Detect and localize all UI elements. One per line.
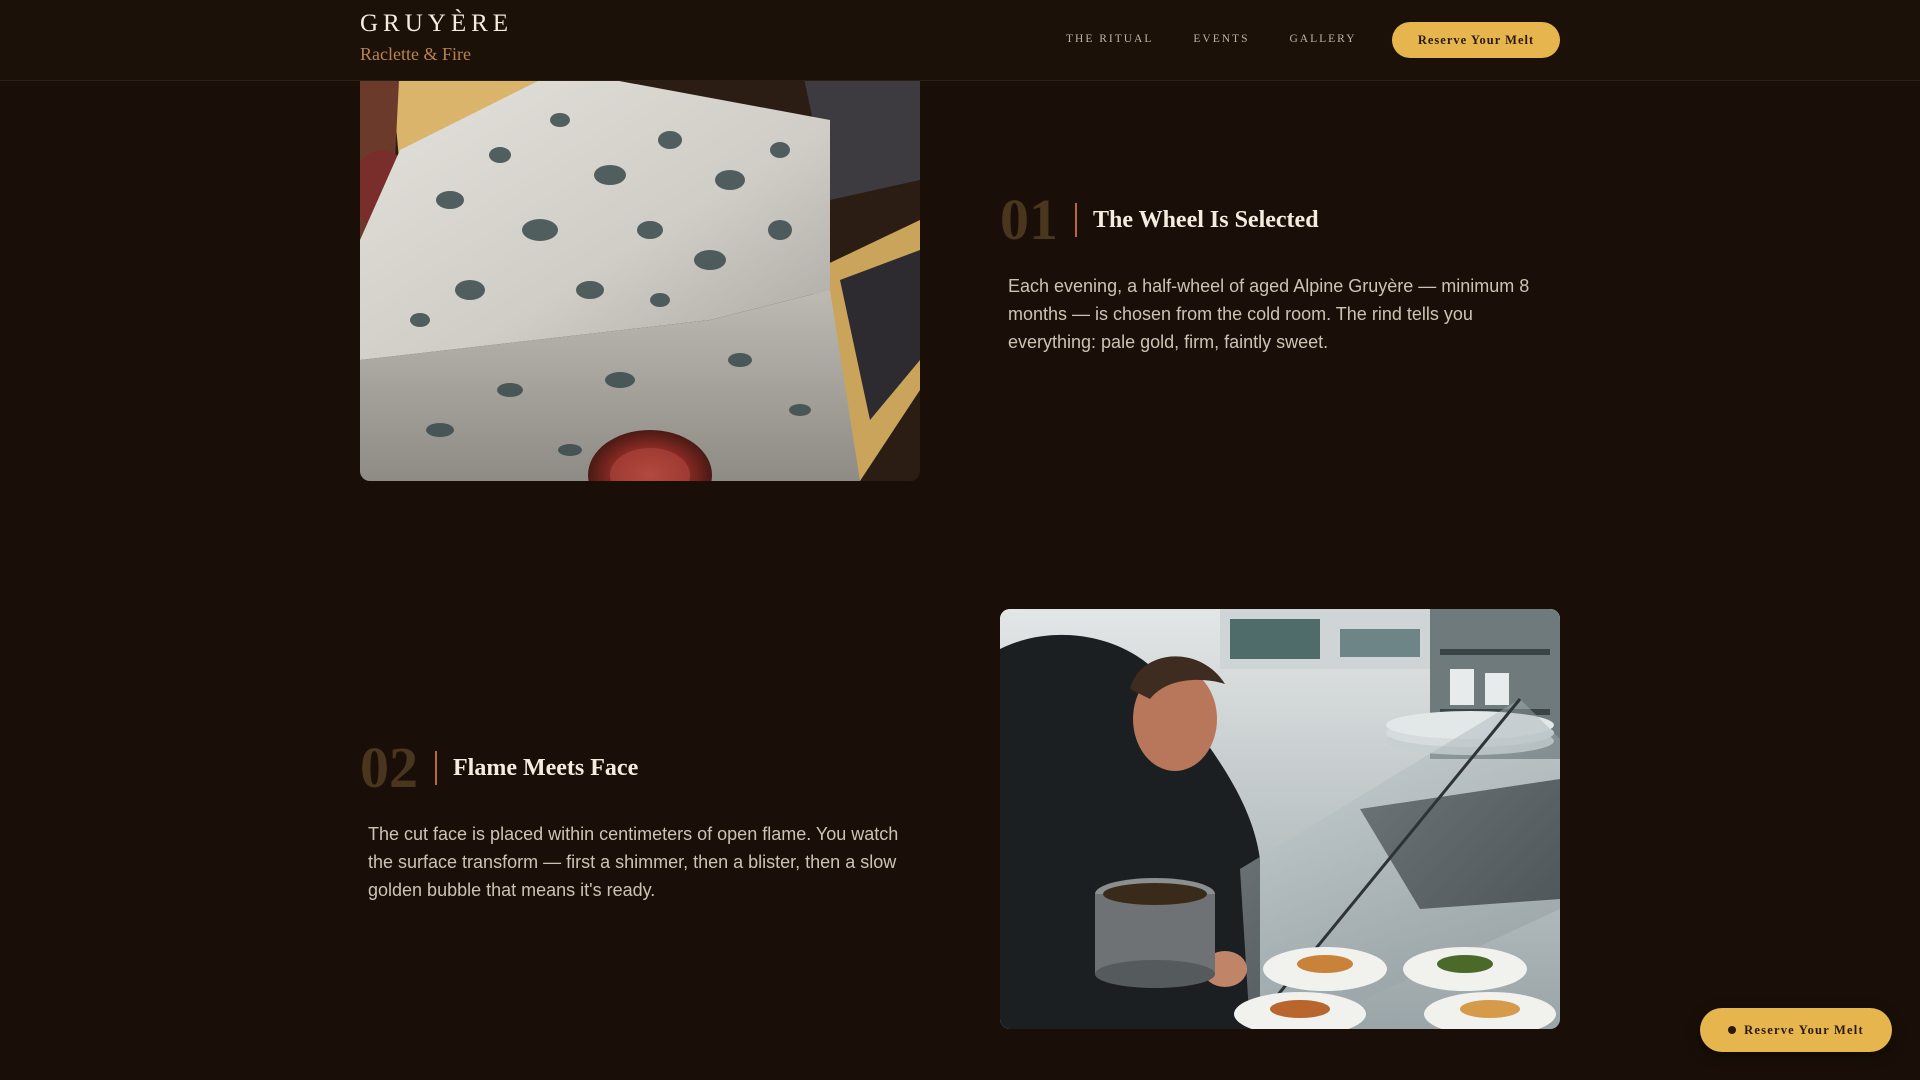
cheese-photo-illustration xyxy=(360,60,920,481)
nav-link-events[interactable]: EVENTS xyxy=(1193,33,1249,45)
step-divider xyxy=(435,751,437,785)
brand-name[interactable]: GRUYÈRE xyxy=(360,10,513,38)
reserve-button[interactable]: Reserve Your Melt xyxy=(1392,22,1560,58)
ritual-step-2: 02 Flame Meets Face The cut face is plac… xyxy=(360,738,920,904)
step-description: The cut face is placed within centimeter… xyxy=(368,824,899,900)
step-heading: 01 The Wheel Is Selected xyxy=(1000,190,1560,250)
step-title: The Wheel Is Selected xyxy=(1093,206,1319,233)
step-number: 02 xyxy=(360,735,418,800)
step-title: Flame Meets Face xyxy=(453,754,639,781)
ritual-step-1: 01 The Wheel Is Selected Each evening, a… xyxy=(1000,190,1560,356)
step-divider xyxy=(1075,203,1077,237)
floating-reserve-label: Reserve Your Melt xyxy=(1744,1022,1864,1037)
floating-reserve-button[interactable]: Reserve Your Melt xyxy=(1700,1008,1892,1052)
brand[interactable]: GRUYÈRE Raclette & Fire xyxy=(360,10,513,65)
brand-tagline: Raclette & Fire xyxy=(360,44,471,64)
site-header: GRUYÈRE Raclette & Fire THE RITUAL EVENT… xyxy=(0,0,1920,81)
step-number: 01 xyxy=(1000,187,1058,252)
nav-link-gallery[interactable]: GALLERY xyxy=(1289,33,1356,45)
step-heading: 02 Flame Meets Face xyxy=(360,738,920,798)
main-nav: THE RITUAL EVENTS GALLERY xyxy=(1066,33,1357,45)
dot-icon xyxy=(1728,1026,1737,1034)
blue-cheese-wedge-photo xyxy=(360,60,920,481)
step-description: Each evening, a half-wheel of aged Alpin… xyxy=(1008,276,1530,352)
chef-photo-illustration xyxy=(1000,609,1560,1029)
nav-link-the-ritual[interactable]: THE RITUAL xyxy=(1066,33,1153,45)
chef-cooking-photo xyxy=(1000,609,1560,1029)
